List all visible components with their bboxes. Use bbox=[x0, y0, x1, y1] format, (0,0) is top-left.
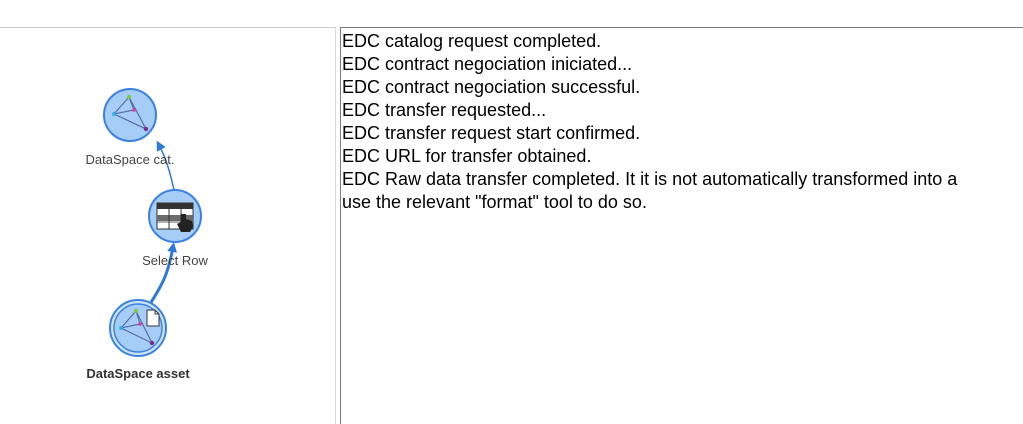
log-line: EDC contract negociation successful. bbox=[342, 77, 641, 97]
log-line: EDC contract negociation iniciated... bbox=[342, 54, 633, 74]
log-line: use the relevant "format" tool to do so. bbox=[342, 192, 647, 212]
workflow-graph[interactable]: DataSpace cat. Select Row DataSpace asse… bbox=[0, 0, 335, 424]
node-dataspace-asset[interactable] bbox=[109, 299, 167, 357]
select-row-table-icon bbox=[156, 202, 194, 232]
node-dataspace-catalog[interactable] bbox=[103, 88, 157, 142]
node-label-dataspace-catalog: DataSpace cat. bbox=[86, 152, 175, 167]
node-select-row[interactable] bbox=[148, 189, 202, 243]
log-line: EDC Raw data transfer completed. It it i… bbox=[342, 169, 958, 189]
log-output-panel[interactable]: EDC catalog request completed. EDC contr… bbox=[340, 27, 1023, 424]
node-label-dataspace-asset: DataSpace asset bbox=[86, 366, 190, 381]
log-line: EDC catalog request completed. bbox=[342, 31, 602, 51]
panel-divider[interactable] bbox=[335, 27, 336, 424]
node-label-select-row: Select Row bbox=[142, 253, 208, 268]
log-line: EDC URL for transfer obtained. bbox=[342, 146, 592, 166]
log-text: EDC catalog request completed. EDC contr… bbox=[341, 28, 1023, 214]
log-line: EDC transfer requested... bbox=[342, 100, 547, 120]
log-line: EDC transfer request start confirmed. bbox=[342, 123, 641, 143]
